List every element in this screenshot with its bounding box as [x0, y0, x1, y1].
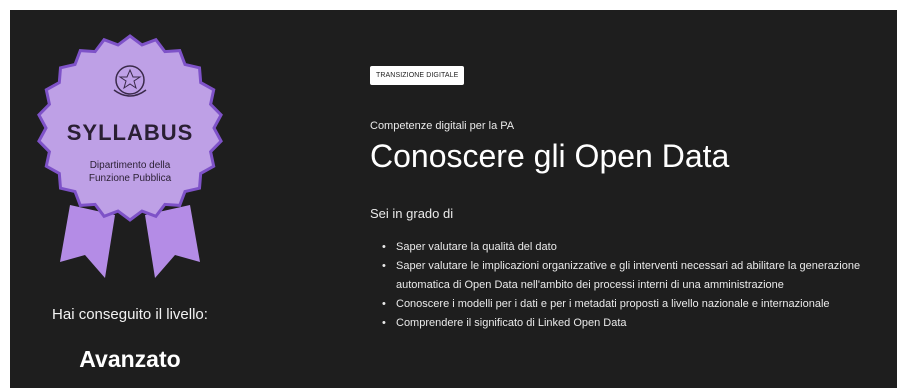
skill-item: Comprendere il significato di Linked Ope…	[382, 314, 897, 333]
course-title: Conoscere gli Open Data	[370, 138, 730, 174]
achievement-label: Hai conseguito il livello:	[52, 306, 208, 323]
skills-lead: Sei in grado di	[370, 206, 454, 221]
skill-item: Saper valutare le implicazioni organizza…	[382, 257, 897, 295]
course-details: TRANSIZIONE DIGITALE Competenze digitali…	[370, 10, 897, 388]
badge-caption-line2: Funzione Pubblica	[89, 173, 172, 184]
syllabus-badge: SYLLABUS Dipartimento della Funzione Pub…	[37, 34, 223, 278]
skill-item: Saper valutare la qualità del dato	[382, 238, 897, 257]
course-subtitle: Competenze digitali per la PA	[370, 120, 515, 132]
skills-list: Saper valutare la qualità del dato Saper…	[370, 238, 897, 333]
skill-item: Conoscere i modelli per i dati e per i m…	[382, 295, 897, 314]
badge-brand: SYLLABUS	[67, 120, 194, 145]
achievement-level: Avanzato	[79, 346, 181, 372]
certificate-card: SYLLABUS Dipartimento della Funzione Pub…	[10, 10, 897, 388]
badge-caption-line1: Dipartimento della	[90, 160, 171, 171]
badge-panel: SYLLABUS Dipartimento della Funzione Pub…	[10, 10, 330, 388]
category-tag: TRANSIZIONE DIGITALE	[370, 66, 465, 85]
